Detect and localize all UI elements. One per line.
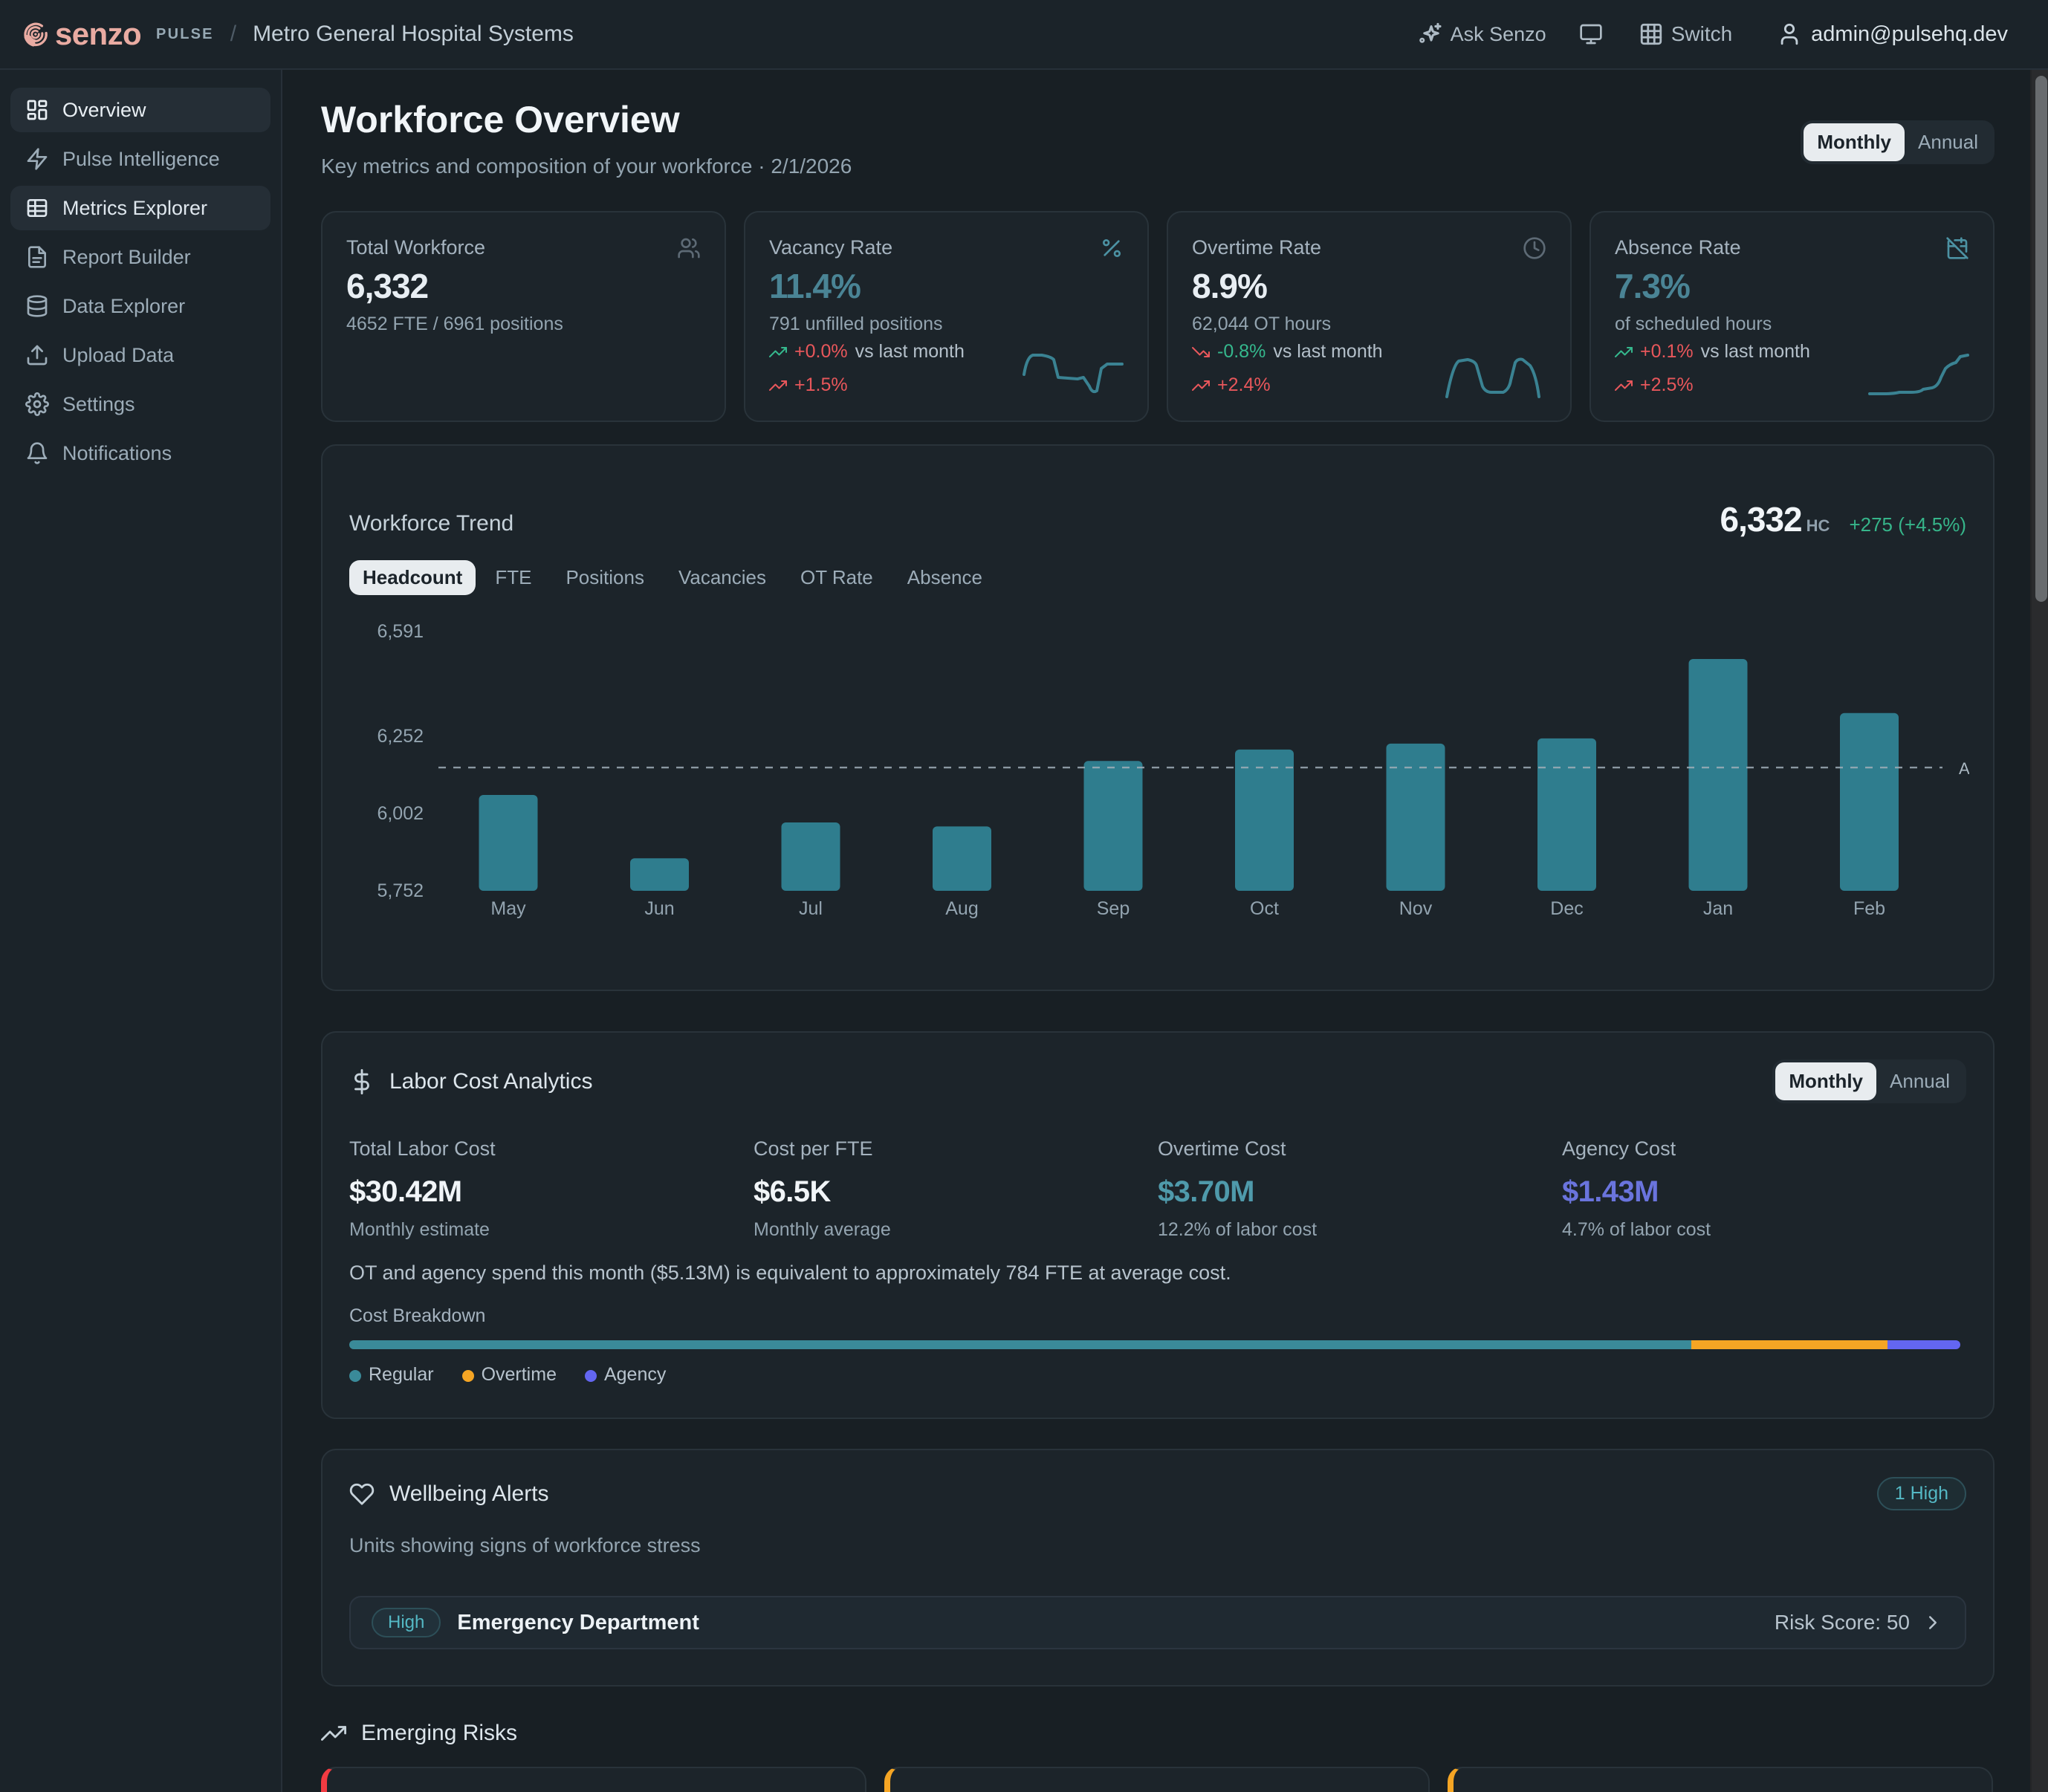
svg-text:Nov: Nov [1399, 898, 1433, 919]
svg-text:Aug: Aug [945, 898, 978, 919]
svg-text:Jun: Jun [644, 898, 674, 919]
svg-text:Oct: Oct [1250, 898, 1279, 919]
svg-text:Jan: Jan [1703, 898, 1733, 919]
svg-text:Dec: Dec [1550, 898, 1583, 919]
svg-text:6,002: 6,002 [377, 803, 424, 824]
svg-text:May: May [490, 898, 526, 919]
svg-text:Sep: Sep [1097, 898, 1130, 919]
svg-text:6,252: 6,252 [377, 726, 424, 747]
svg-text:Jul: Jul [799, 898, 823, 919]
svg-text:Avg: Avg [1959, 759, 1969, 778]
svg-text:6,591: 6,591 [377, 621, 424, 642]
svg-text:5,752: 5,752 [377, 880, 424, 901]
svg-text:Feb: Feb [1853, 898, 1885, 919]
